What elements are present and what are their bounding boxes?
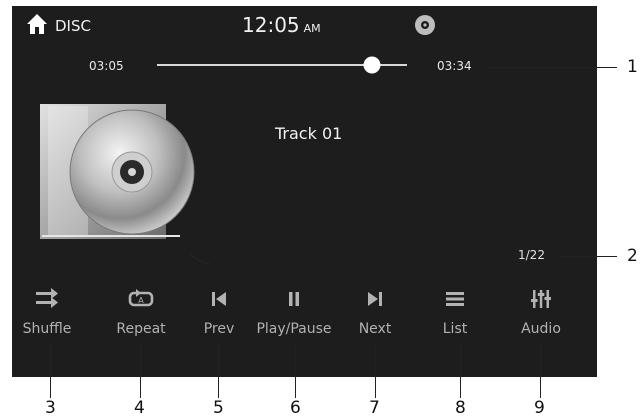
callout-number-5: 5 — [213, 398, 224, 418]
total-time: 03:34 — [437, 59, 472, 73]
clock: 12:05 AM — [242, 13, 321, 37]
callout-line-8 — [460, 343, 461, 398]
svg-text:A: A — [138, 296, 144, 305]
callout-number-2: 2 — [627, 246, 638, 266]
audio-button[interactable]: Audio — [496, 286, 586, 356]
callout-line-5 — [218, 343, 219, 398]
clock-ampm: AM — [303, 22, 321, 35]
control-bar: Shuffle A Repeat Prev Play/Pause Next Li… — [12, 286, 597, 356]
disc-art-icon — [40, 104, 210, 265]
progress-slider[interactable] — [157, 56, 407, 74]
elapsed-time: 03:05 — [89, 59, 124, 73]
play-pause-icon — [289, 292, 299, 306]
list-icon — [446, 292, 464, 306]
callout-number-1: 1 — [627, 57, 638, 77]
callout-number-8: 8 — [455, 398, 466, 418]
callout-line-1 — [485, 67, 617, 68]
list-button[interactable]: List — [410, 286, 500, 356]
callout-number-3: 3 — [45, 398, 56, 418]
prev-icon — [212, 292, 226, 306]
status-bar: DISC 12:05 AM — [12, 6, 597, 46]
next-icon — [368, 292, 382, 306]
callout-line-6 — [295, 343, 296, 398]
shuffle-icon — [36, 288, 58, 308]
shuffle-label: Shuffle — [22, 321, 72, 337]
audio-eq-icon — [531, 290, 551, 308]
head-unit-screen: DISC 12:05 AM 03:05 03:34 Track 01 1/22 … — [12, 6, 597, 377]
callout-number-9: 9 — [534, 398, 545, 418]
repeat-button[interactable]: A Repeat — [96, 286, 186, 356]
callout-line-4 — [140, 343, 141, 398]
play-pause-label: Play/Pause — [256, 321, 332, 337]
callout-line-2 — [560, 256, 617, 257]
repeat-icon: A — [128, 289, 154, 307]
home-icon[interactable] — [26, 13, 48, 35]
clock-time: 12:05 — [242, 13, 300, 37]
next-label: Next — [358, 321, 392, 337]
list-label: List — [442, 321, 468, 337]
track-title: Track 01 — [275, 124, 343, 143]
shuffle-button[interactable]: Shuffle — [12, 286, 92, 356]
source-label: DISC — [55, 17, 91, 35]
callout-number-7: 7 — [369, 398, 380, 418]
play-pause-button[interactable]: Play/Pause — [249, 286, 339, 356]
callout-number-4: 4 — [134, 398, 145, 418]
callout-line-9 — [540, 343, 541, 398]
disc-status-icon — [415, 15, 435, 35]
audio-label: Audio — [521, 321, 561, 337]
progress-knob[interactable] — [363, 56, 381, 74]
track-count: 1/22 — [518, 248, 545, 262]
callout-line-7 — [375, 343, 376, 398]
repeat-label: Repeat — [116, 321, 166, 337]
callout-line-3 — [50, 343, 51, 398]
callout-number-6: 6 — [290, 398, 301, 418]
